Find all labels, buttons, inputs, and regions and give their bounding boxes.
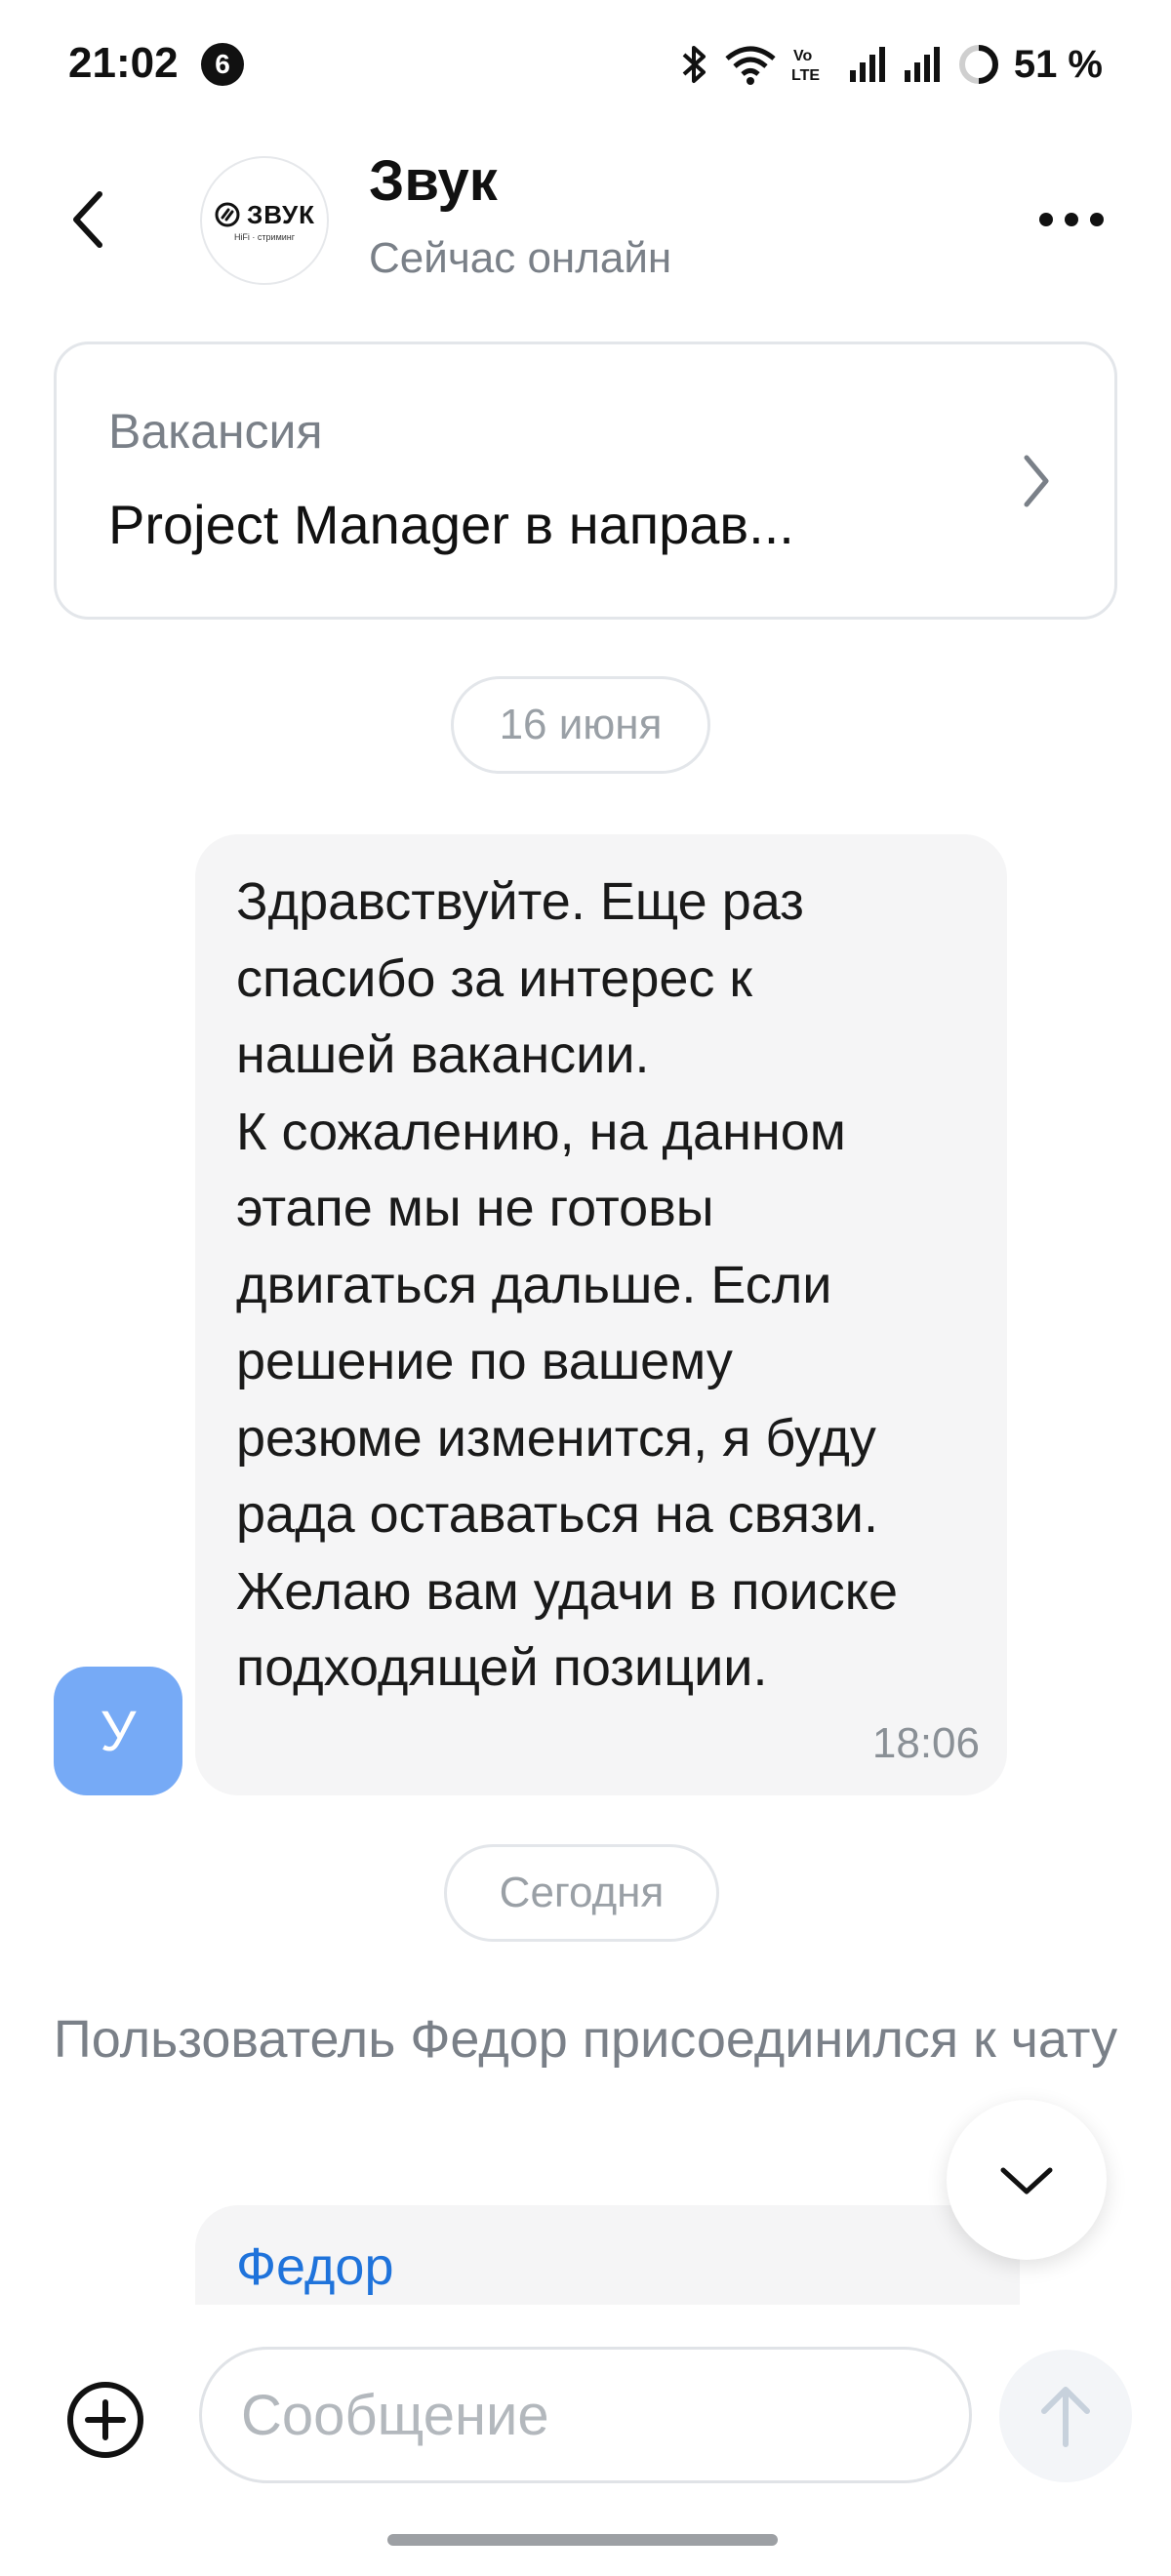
chat-title[interactable]: Звук: [369, 148, 498, 214]
logo-text: ЗВУК: [246, 199, 316, 229]
bluetooth-icon: [682, 46, 706, 83]
logo-subtitle: HiFi · стриминг: [233, 231, 296, 242]
volte-icon: Vo LTE: [791, 48, 820, 84]
chat-screen: 21:02 6 Vo LTE 51 % ЗВУК HiFi · стриминг…: [0, 0, 1171, 2576]
vacancy-card[interactable]: Вакансия Project Manager в направ...: [54, 342, 1117, 620]
more-options-button[interactable]: [1032, 195, 1110, 244]
message-bubble[interactable]: Здравствуйте. Еще раз спасибо за интерес…: [195, 834, 1007, 1795]
plus-circle-icon: [67, 2382, 143, 2458]
vacancy-label: Вакансия: [108, 404, 323, 459]
send-button[interactable]: [999, 2350, 1132, 2482]
online-status: Сейчас онлайн: [369, 234, 672, 282]
date-separator: 16 июня: [451, 676, 710, 774]
wifi-icon: [725, 46, 776, 85]
chevron-left-icon: [73, 191, 102, 248]
chevron-right-icon: [1024, 455, 1049, 507]
more-dot-icon: [1065, 213, 1078, 226]
status-time: 21:02: [68, 39, 179, 87]
zvuk-logo-icon: [215, 202, 240, 227]
more-dot-icon: [1090, 213, 1104, 226]
signal-strength-icon-1: [849, 47, 885, 82]
company-avatar[interactable]: ЗВУК HiFi · стриминг: [200, 156, 329, 285]
message-input[interactable]: [199, 2347, 972, 2483]
company-logo: ЗВУК: [214, 200, 315, 230]
system-message: Пользователь Федор присоединился к чату: [53, 2010, 1118, 2069]
battery-ring-icon: [958, 45, 998, 84]
attach-button[interactable]: [64, 2379, 146, 2461]
more-dot-icon: [1039, 213, 1053, 226]
home-indicator[interactable]: [387, 2534, 778, 2546]
notification-count-badge: 6: [201, 43, 244, 86]
status-icons: Vo LTE 51 %: [680, 37, 1103, 92]
arrow-up-icon: [1041, 2387, 1090, 2447]
message-time: 18:06: [871, 1719, 980, 1767]
message-author: Федор: [236, 2237, 394, 2296]
sender-avatar[interactable]: У: [54, 1667, 182, 1795]
chevron-down-icon: [1000, 2167, 1053, 2194]
status-bar: 21:02 6 Vo LTE 51 %: [0, 0, 1171, 132]
scroll-to-bottom-button[interactable]: [947, 2100, 1107, 2260]
signal-strength-icon-2: [904, 47, 940, 82]
message-text: Здравствуйте. Еще раз спасибо за интерес…: [236, 872, 898, 1697]
svg-text:LTE: LTE: [791, 67, 820, 84]
vacancy-title: Project Manager в направ...: [108, 494, 794, 555]
battery-percent: 51 %: [1013, 42, 1103, 86]
svg-text:Vo: Vo: [793, 48, 812, 64]
back-button[interactable]: [59, 181, 117, 259]
date-separator: Сегодня: [444, 1844, 719, 1942]
